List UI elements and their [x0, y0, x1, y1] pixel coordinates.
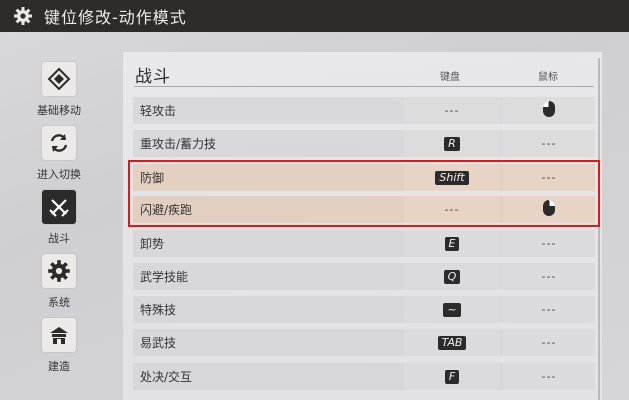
unbound-value: ---: [541, 270, 557, 283]
sidebar-item-label: 战斗: [48, 232, 70, 245]
row-label: 重攻击/蓄力技: [140, 137, 217, 151]
keybind-row-weapon-switch-skill[interactable]: 易武技 TAB ---: [133, 329, 595, 356]
sidebar: 基础移动 进入切换 战斗 系统 建造: [0, 32, 118, 400]
mouse-binding-cell[interactable]: ---: [503, 263, 595, 290]
sidebar-item-system[interactable]: 系统: [0, 254, 118, 314]
mouse-binding-cell[interactable]: ---: [503, 329, 595, 356]
unbound-value: ---: [541, 370, 557, 383]
keybind-row-light-attack[interactable]: 轻攻击 ---: [133, 97, 595, 124]
row-label: 特殊技: [140, 303, 177, 317]
sidebar-item-label: 建造: [48, 360, 70, 373]
title-bar: 键位修改-动作模式: [0, 0, 629, 32]
gear-icon: [42, 254, 76, 288]
diamond-move-icon: [42, 62, 76, 96]
section-divider: [134, 86, 594, 87]
column-header-mouse: 鼠标: [538, 72, 558, 83]
unbound-value: ---: [541, 336, 557, 349]
scrollbar[interactable]: [598, 58, 600, 400]
keyboard-binding-cell[interactable]: F: [404, 363, 500, 390]
unbound-value: ---: [444, 104, 460, 117]
section-title: 战斗: [135, 67, 171, 87]
crossed-swords-icon: [42, 190, 76, 224]
keybind-row-heavy-attack[interactable]: 重攻击/蓄力技 R ---: [133, 130, 595, 157]
row-label: 处决/交互: [140, 370, 193, 384]
unbound-value: ---: [541, 237, 557, 250]
mouse-binding-cell[interactable]: ---: [503, 130, 595, 157]
keycap: E: [444, 236, 460, 251]
row-label: 易武技: [140, 336, 177, 350]
mouse-binding-cell[interactable]: ---: [503, 230, 595, 257]
sidebar-item-basic-move[interactable]: 基础移动: [0, 62, 118, 122]
unbound-value: ---: [541, 303, 557, 316]
keyboard-binding-cell[interactable]: Q: [404, 263, 500, 290]
sidebar-item-combat[interactable]: 战斗: [0, 190, 118, 250]
mouse-binding-cell[interactable]: [503, 97, 595, 124]
keybind-row-special-skill[interactable]: 特殊技 ~ ---: [133, 296, 595, 323]
sidebar-item-enter-switch[interactable]: 进入切换: [0, 126, 118, 186]
mouse-binding-cell[interactable]: ---: [503, 363, 595, 390]
sidebar-item-label: 基础移动: [37, 104, 81, 117]
house-icon: [42, 318, 76, 352]
mouse-left-icon: [542, 100, 556, 122]
keybind-row-martial-skill[interactable]: 武学技能 Q ---: [133, 263, 595, 290]
keycap: ~: [443, 302, 461, 317]
row-label: 武学技能: [140, 270, 189, 284]
keyboard-binding-cell[interactable]: E: [404, 230, 500, 257]
unbound-value: ---: [541, 137, 557, 150]
page-title: 键位修改-动作模式: [44, 8, 187, 27]
keyboard-binding-cell[interactable]: TAB: [404, 329, 500, 356]
row-label: 卸势: [140, 237, 165, 251]
row-label: 轻攻击: [140, 104, 177, 118]
keyboard-binding-cell[interactable]: ~: [404, 296, 500, 323]
keycap: R: [444, 136, 460, 151]
highlight-frame: [128, 160, 600, 227]
sidebar-item-build[interactable]: 建造: [0, 318, 118, 378]
mouse-binding-cell[interactable]: ---: [503, 296, 595, 323]
keybind-row-parry[interactable]: 卸势 E ---: [133, 230, 595, 257]
keycap: TAB: [437, 335, 467, 350]
sidebar-item-label: 进入切换: [37, 168, 81, 181]
swap-arrows-icon: [42, 126, 76, 160]
column-header-keyboard: 键盘: [440, 72, 460, 83]
sidebar-item-label: 系统: [48, 296, 70, 309]
keyboard-binding-cell[interactable]: ---: [404, 97, 500, 124]
keyboard-binding-cell[interactable]: R: [404, 130, 500, 157]
keybind-row-execute-interact[interactable]: 处决/交互 F ---: [133, 363, 595, 390]
keycap: F: [444, 369, 460, 384]
gear-icon: [12, 5, 34, 27]
keycap: Q: [443, 269, 461, 284]
